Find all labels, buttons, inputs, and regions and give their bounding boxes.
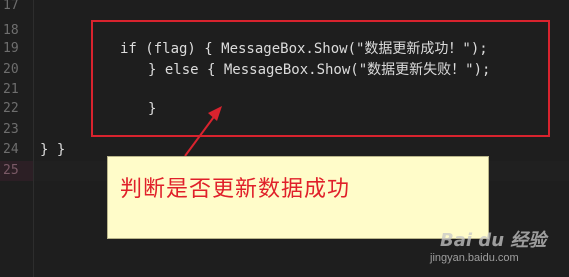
watermark-url: jingyan.baidu.com bbox=[430, 252, 519, 264]
line-number-24: 24 bbox=[3, 142, 19, 157]
code-line-24[interactable]: } } bbox=[40, 140, 65, 160]
line-number-25: 25 bbox=[0, 161, 33, 181]
line-number-21: 21 bbox=[3, 82, 19, 97]
baidu-jingyan-watermark: Bai du 经验 jingyan.baidu.com bbox=[430, 226, 547, 264]
line-number-19: 19 bbox=[3, 41, 19, 56]
line-number-22: 22 bbox=[3, 101, 19, 116]
annotation-text: 判断是否更新数据成功 bbox=[120, 177, 351, 202]
line-number-17: 17 bbox=[3, 0, 19, 13]
line-number-18: 18 bbox=[3, 23, 19, 38]
highlight-box bbox=[91, 20, 550, 137]
line-number-20: 20 bbox=[3, 62, 19, 77]
annotation-note: 判断是否更新数据成功 bbox=[107, 156, 489, 239]
watermark-logo: Bai du 经验 bbox=[440, 230, 547, 251]
annotation-arrow-icon bbox=[184, 106, 222, 157]
line-number-23: 23 bbox=[3, 122, 19, 137]
line-number-gutter: 17 18 19 20 21 22 23 24 25 bbox=[0, 0, 34, 277]
